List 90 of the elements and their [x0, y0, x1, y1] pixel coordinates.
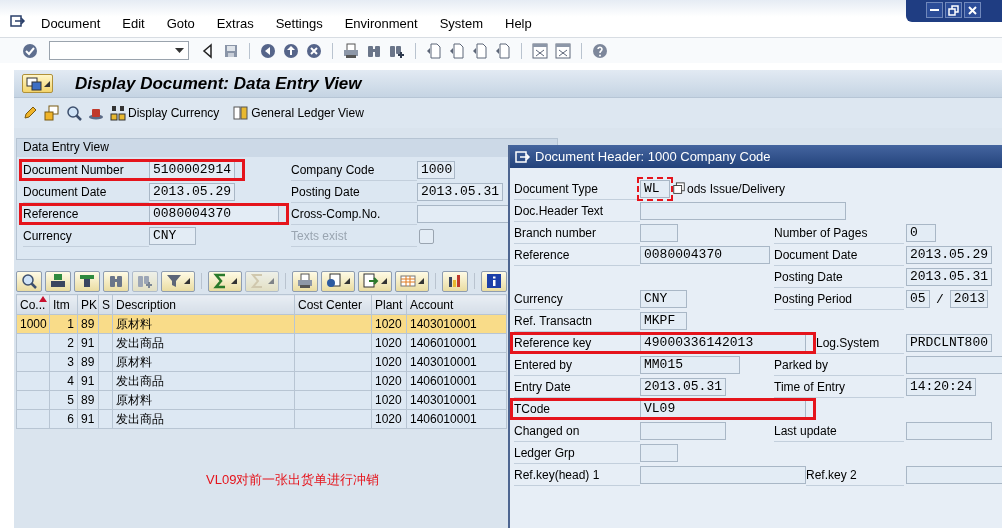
field-label: Document Date	[774, 244, 904, 266]
column-header[interactable]: Co...	[16, 294, 50, 315]
table-cell: 4	[67, 374, 74, 388]
input-field[interactable]: 0	[906, 224, 936, 242]
input-field[interactable]: 2013	[949, 290, 988, 308]
input-field[interactable]: VL09	[640, 400, 806, 418]
input-field[interactable]: MKPF	[640, 312, 687, 330]
table-row[interactable]: 3 89 原材料 1020 1403010001	[16, 352, 507, 372]
input-field[interactable]: WL	[640, 180, 670, 198]
field-description: ods Issue/Delivery	[687, 182, 786, 196]
menu-item[interactable]: Document	[30, 16, 112, 31]
table-cell: 1403010001	[410, 355, 477, 369]
field-label: Posting Date	[774, 266, 904, 288]
input-field[interactable]: 49000336142013	[640, 334, 806, 352]
separator-text: /	[936, 291, 944, 307]
table-cell: 91	[81, 374, 95, 388]
table-cell: 2	[67, 336, 74, 350]
table-cell: 1403010001	[410, 393, 477, 407]
table-cell: 1020	[375, 393, 402, 407]
input-field[interactable]: 2013.05.29	[149, 183, 235, 201]
table-cell: 5	[67, 393, 74, 407]
menu-item[interactable]: Goto	[155, 16, 206, 31]
table-row[interactable]: 1000 1 89 原材料 1020 1403010001	[16, 314, 507, 334]
input-field[interactable]: 1000	[417, 161, 455, 179]
table-cell: 1020	[375, 317, 402, 331]
input-field[interactable]: 0080004370	[640, 246, 770, 264]
table-cell: 1	[67, 317, 74, 331]
field-label: Ref.key 2	[806, 464, 904, 486]
input-field[interactable]: 2013.05.31	[906, 268, 992, 286]
menu-item[interactable]: System	[428, 16, 494, 31]
table-row[interactable]: 5 89 原材料 1020 1403010001	[16, 390, 507, 410]
menu-item[interactable]: Help	[494, 16, 543, 31]
table-cell: 1020	[375, 374, 402, 388]
table-cell: 1020	[375, 412, 402, 426]
menu-item[interactable]: Edit	[111, 16, 156, 31]
table-cell: 1000	[20, 317, 47, 331]
column-header[interactable]: Itm	[49, 294, 78, 315]
dialog-title: Document Header: 1000 Company Code	[535, 149, 771, 164]
table-cell: 1406010001	[410, 374, 477, 388]
table-cell: 89	[81, 355, 95, 369]
table-cell: 原材料	[116, 354, 152, 369]
column-header[interactable]: Description	[112, 294, 295, 315]
table-cell: 91	[81, 412, 95, 426]
input-field[interactable]: 14:20:24	[906, 378, 976, 396]
column-header[interactable]: Account	[406, 294, 507, 315]
input-field[interactable]: MM015	[640, 356, 740, 374]
input-field[interactable]: 05	[906, 290, 930, 308]
table-cell: 原材料	[116, 316, 152, 331]
input-field[interactable]: 5100002914	[149, 161, 235, 179]
table-cell: 1020	[375, 336, 402, 350]
table-cell: 89	[81, 317, 95, 331]
table-row[interactable]: 4 91 发出商品 1020 1406010001	[16, 371, 507, 391]
table-cell: 1020	[375, 355, 402, 369]
field-label: Texts exist	[291, 225, 417, 247]
input-field[interactable]: 2013.05.29	[906, 246, 992, 264]
input-field[interactable]: CNY	[149, 227, 196, 245]
table-cell: 6	[67, 412, 74, 426]
column-header[interactable]: Plant	[371, 294, 407, 315]
table-cell: 91	[81, 336, 95, 350]
table-cell: 3	[67, 355, 74, 369]
menu-item[interactable]: Settings	[264, 16, 334, 31]
annotation-text: VL09对前一张出货单进行冲销	[206, 471, 380, 489]
input-field[interactable]: CNY	[640, 290, 687, 308]
table-cell: 1403010001	[410, 317, 477, 331]
table-cell: 原材料	[116, 392, 152, 407]
input-field[interactable]: 0080004370	[149, 205, 279, 223]
input-field[interactable]: 2013.05.31	[417, 183, 503, 201]
table-cell: 发出商品	[116, 335, 164, 350]
table-cell: 1406010001	[410, 412, 477, 426]
input-field[interactable]: 2013.05.31	[640, 378, 726, 396]
field-label: Parked by	[774, 354, 904, 376]
column-header[interactable]: PK	[77, 294, 99, 315]
column-header[interactable]: Cost Center	[294, 294, 372, 315]
toolbar-button[interactable]: General Ledger View	[233, 105, 364, 121]
screen-title: Display Document: Data Entry View	[75, 73, 362, 94]
table-row[interactable]: 2 91 发出商品 1020 1406010001	[16, 333, 507, 353]
menu-item[interactable]: Environment	[333, 16, 429, 31]
table-row[interactable]: 6 91 发出商品 1020 1406010001	[16, 409, 507, 429]
table-cell: 发出商品	[116, 373, 164, 388]
field-label: Posting Period	[774, 288, 904, 310]
table-cell: 发出商品	[116, 411, 164, 426]
table-cell: 1406010001	[410, 336, 477, 350]
field-label: Number of Pages	[774, 222, 904, 244]
menu-item[interactable]: Extras	[205, 16, 265, 31]
toolbar-button[interactable]: Display Currency	[110, 105, 220, 121]
field-label: Time of Entry	[774, 376, 904, 398]
input-field[interactable]: PRDCLNT800	[906, 334, 992, 352]
field-label: Log.System	[816, 332, 904, 354]
field-label: Last update	[774, 420, 904, 442]
table-cell: 89	[81, 393, 95, 407]
